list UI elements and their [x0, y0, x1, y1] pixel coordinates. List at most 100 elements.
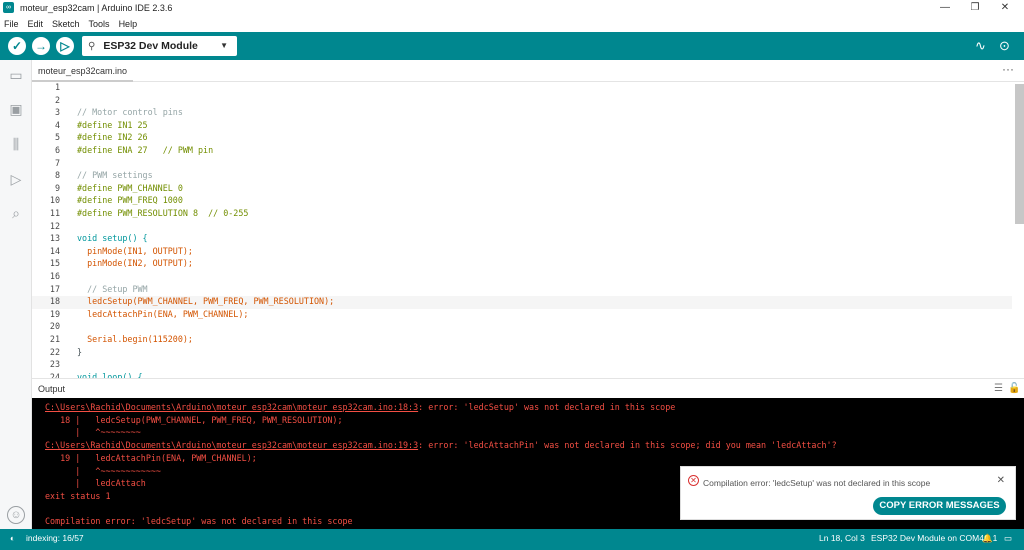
code-line[interactable]: 3 // Motor control pins [32, 107, 1012, 120]
code-text: #define ENA 27 // PWM pin [77, 145, 214, 155]
code-line[interactable]: 15 pinMode(IN2, OUTPUT); [32, 258, 1012, 271]
debug-play-icon: ▷ [60, 39, 70, 53]
code-text: #define PWM_FREQ 1000 [77, 195, 183, 206]
code-line[interactable]: 4 #define IN1 25 [32, 120, 1012, 133]
file-location-link[interactable]: C:\Users\Rachid\Documents\Arduino\moteur… [45, 440, 418, 450]
serial-plotter-icon[interactable]: ∿ [975, 38, 986, 54]
boards-manager-icon[interactable]: ▣ [7, 100, 25, 118]
folder-icon[interactable]: ▭ [7, 66, 25, 84]
line-number: 1 [54, 82, 60, 92]
code-line[interactable]: 7 [32, 158, 1012, 171]
debug-icon[interactable]: ▷ [7, 170, 25, 188]
code-line[interactable]: 5 #define IN2 26 [32, 132, 1012, 145]
line-number: 12 [49, 220, 60, 231]
verify-button[interactable]: ✓ [8, 37, 26, 55]
menu-file[interactable]: File [4, 19, 19, 29]
code-line[interactable]: 22} [32, 347, 1012, 360]
code-text: pinMode(IN2, OUTPUT); [77, 258, 193, 269]
code-line[interactable]: 19 ledcAttachPin(ENA, PWM_CHANNEL); [32, 309, 1012, 322]
code-line[interactable]: 18 ledcSetup(PWM_CHANNEL, PWM_FREQ, PWM_… [32, 296, 1012, 309]
code-line[interactable]: 6 #define ENA 27 // PWM pin [32, 145, 1012, 158]
line-number: 2 [54, 94, 60, 105]
lock-scroll-icon[interactable]: 🔓 [1008, 383, 1020, 394]
menu-help[interactable]: Help [119, 19, 138, 29]
copy-error-messages-button[interactable]: COPY ERROR MESSAGES [873, 497, 1006, 515]
sidebar: ▭ ▣ ⫼ ▷ ⌕ [0, 60, 32, 529]
usb-icon: ⚲ [88, 40, 96, 52]
upload-button[interactable]: → [32, 37, 50, 55]
minimize-button[interactable]: — [928, 0, 962, 15]
code-editor[interactable]: 1 2 3// Motor control pins 4 #define IN1 25 5… [32, 82, 1024, 378]
line-number: 13 [49, 233, 60, 244]
line-number: 21 [49, 334, 60, 344]
code-line[interactable]: 12 [32, 221, 1012, 234]
line-number: 3 [54, 107, 60, 118]
output-text: exit status 1 [45, 490, 111, 501]
tab-sketch-file[interactable]: moteur_esp32cam.ino [32, 60, 134, 82]
line-number: 9 [54, 182, 60, 193]
indexing-status: indexing: 16/57 [26, 533, 84, 543]
code-text: ledcAttachPin(ENA, PWM_CHANNEL); [77, 308, 249, 319]
line-number: 5 [54, 132, 60, 143]
maximize-button[interactable]: ❐ [958, 0, 992, 15]
debug-button[interactable]: ▷ [56, 37, 74, 55]
editor-scrollbar[interactable] [1015, 84, 1024, 224]
more-icon[interactable]: ··· [1002, 62, 1014, 76]
output-line: | ledcAttach [45, 478, 146, 488]
notifications-icon[interactable]: 🔔1 [982, 533, 997, 544]
output-line: | ^~~~~~~~~~~~~ [45, 466, 161, 476]
line-number: 20 [49, 321, 60, 332]
layout-icon[interactable]: ▭ [1004, 533, 1012, 544]
clear-output-icon[interactable]: ☰ [994, 383, 1003, 394]
menu-sketch[interactable]: Sketch [52, 19, 80, 29]
output-label: Output [38, 384, 66, 394]
spinner-icon: ◐ [10, 533, 16, 543]
close-window-button[interactable]: ✕ [988, 0, 1022, 15]
search-icon[interactable]: ⌕ [7, 204, 25, 222]
output-text: | ledcAttach [45, 478, 146, 489]
code-line[interactable]: 9 #define PWM_CHANNEL 0 [32, 183, 1012, 196]
serial-monitor-icon[interactable]: ⊙ [999, 38, 1010, 54]
code-line[interactable]: 13 void setup() { [32, 233, 1012, 246]
output-text: 19 | ledcAttachPin(ENA, PWM_CHANNEL); [45, 452, 257, 463]
line-number: 17 [49, 283, 60, 294]
arduino-logo-icon: ∞ [3, 2, 14, 13]
line-number: 8 [54, 170, 60, 181]
menu-tools[interactable]: Tools [89, 19, 110, 29]
cursor-position: Ln 18, Col 3 [819, 533, 865, 543]
output-line: C:\Users\Rachid\Documents\Arduino\moteur… [45, 402, 675, 412]
code-line[interactable]: 23 [32, 359, 1012, 372]
code-line[interactable]: 2 [32, 95, 1012, 108]
code-text: pinMode(IN1, OUTPUT); [77, 245, 193, 256]
file-location-link[interactable]: C:\Users\Rachid\Documents\Arduino\moteur… [45, 402, 418, 412]
library-icon[interactable]: ⫼ [7, 135, 25, 153]
code-line[interactable]: 16 [32, 271, 1012, 284]
output-text: Compilation error: 'ledcSetup' was not d… [45, 516, 353, 527]
account-icon[interactable]: ☺ [7, 506, 25, 524]
code-line[interactable]: 20 [32, 321, 1012, 334]
board-selector[interactable]: ⚲ ESP32 Dev Module ▼ [82, 36, 237, 56]
output-text: : error: 'ledcSetup' was not declared in… [418, 402, 676, 412]
code-line[interactable]: 10 #define PWM_FREQ 1000 [32, 195, 1012, 208]
board-port-status[interactable]: ESP32 Dev Module on COM4 [871, 533, 984, 543]
menu-bar: File Edit Sketch Tools Help [0, 15, 1024, 32]
error-icon: ✕ [688, 475, 699, 486]
line-number: 10 [49, 195, 60, 206]
line-number: 18 [49, 296, 60, 307]
line-number: 4 [54, 119, 60, 130]
code-text: void setup() { [77, 233, 148, 244]
line-number: 15 [49, 258, 60, 269]
code-line[interactable]: 14 pinMode(IN1, OUTPUT); [32, 246, 1012, 259]
menu-edit[interactable]: Edit [28, 19, 44, 29]
code-line[interactable]: 11 #define PWM_RESOLUTION 8 // 0-255 [32, 208, 1012, 221]
close-notification-button[interactable]: ✕ [997, 475, 1005, 486]
code-line[interactable]: 17 // Setup PWM [32, 284, 1012, 297]
output-text: | ^~~~~~~~~~~~~ [45, 465, 161, 476]
line-number: 11 [49, 208, 60, 218]
code-line[interactable]: 1 [32, 82, 1012, 95]
code-line[interactable]: 21 Serial.begin(115200); [32, 334, 1012, 347]
output-text: | ^~~~~~~~~ [45, 427, 141, 438]
code-text: #define IN2 26 [77, 132, 148, 143]
output-line: 19 | ledcAttachPin(ENA, PWM_CHANNEL); [45, 453, 257, 463]
code-line[interactable]: 8 // PWM settings [32, 170, 1012, 183]
